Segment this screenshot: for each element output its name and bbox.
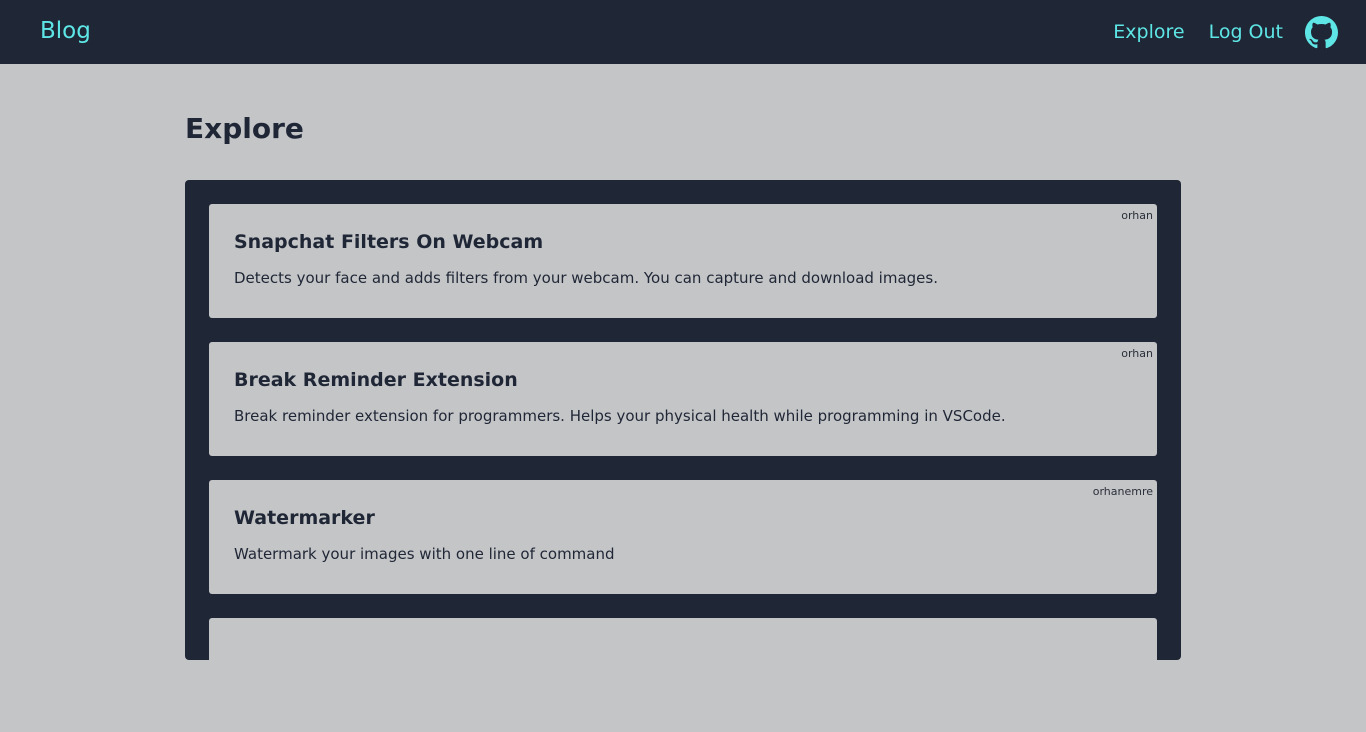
post-description: Break reminder extension for programmers… <box>234 407 1006 425</box>
page-title: Explore <box>185 112 304 145</box>
post-author[interactable]: orhan <box>1121 347 1153 360</box>
github-icon[interactable] <box>1305 15 1338 49</box>
navbar: Blog Explore Log Out <box>0 0 1366 64</box>
post-description: Detects your face and adds filters from … <box>234 269 938 287</box>
post-title[interactable]: Snapchat Filters On Webcam <box>234 230 1132 254</box>
nav-link-explore[interactable]: Explore <box>1113 14 1184 50</box>
post-author[interactable]: orhan <box>1121 209 1153 222</box>
posts-panel: orhan Snapchat Filters On Webcam Detects… <box>185 180 1181 732</box>
nav-links: Explore Log Out <box>1089 14 1338 50</box>
brand-link[interactable]: Blog <box>40 14 91 48</box>
nav-link-logout[interactable]: Log Out <box>1209 14 1283 50</box>
post-card-partial[interactable] <box>209 618 1157 732</box>
post-card[interactable]: orhan Snapchat Filters On Webcam Detects… <box>209 204 1157 318</box>
post-author[interactable]: orhanemre <box>1093 485 1153 498</box>
post-title[interactable]: Break Reminder Extension <box>234 368 1132 392</box>
post-description: Watermark your images with one line of c… <box>234 545 615 563</box>
post-card[interactable]: orhanemre Watermarker Watermark your ima… <box>209 480 1157 594</box>
post-card[interactable]: orhan Break Reminder Extension Break rem… <box>209 342 1157 456</box>
post-title[interactable]: Watermarker <box>234 506 1132 530</box>
